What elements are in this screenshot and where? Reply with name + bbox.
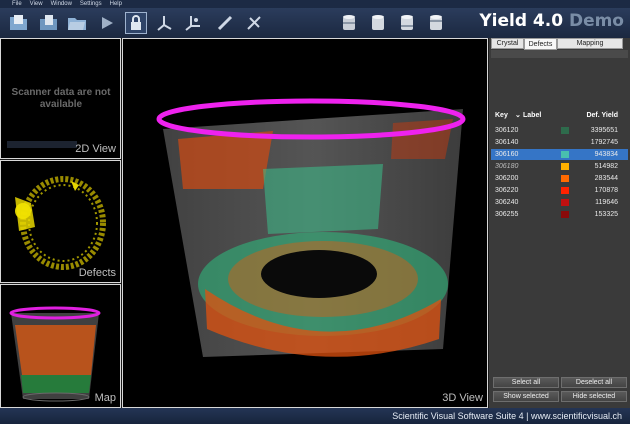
cylinder-1-icon[interactable]: [338, 12, 360, 34]
sort-arrow-icon: ⌄: [515, 112, 521, 119]
table-row[interactable]: 306160 943834: [491, 149, 628, 160]
header-label[interactable]: Label: [523, 112, 541, 119]
cylinder-2-icon[interactable]: [367, 12, 389, 34]
row-key: 306120: [495, 127, 519, 134]
tab-defects[interactable]: Defects: [524, 38, 557, 50]
menu-window[interactable]: Window: [51, 1, 72, 7]
table-row[interactable]: 306200 283544: [491, 173, 628, 184]
row-yield: 3395651: [590, 127, 618, 134]
measure-icon[interactable]: [243, 12, 265, 34]
select-all-button[interactable]: Select all: [493, 377, 559, 388]
row-yield: 119646: [595, 199, 618, 206]
row-yield: 283544: [594, 175, 618, 182]
row-key: 306140: [495, 139, 519, 146]
view-3d-pane[interactable]: 3D View: [122, 38, 488, 408]
hide-selected-button[interactable]: Hide selected: [561, 391, 627, 402]
menu-bar: File View Window Settings Help: [0, 0, 630, 8]
defects-pane[interactable]: Defects: [0, 160, 121, 283]
row-key: 306220: [495, 187, 519, 194]
header-yield[interactable]: Def. Yield: [586, 112, 618, 119]
row-key: 306240: [495, 199, 519, 206]
open-folder-icon[interactable]: [8, 12, 30, 34]
row-key: 306255: [495, 211, 519, 218]
color-swatch[interactable]: [561, 163, 569, 170]
toolbar: Yield 4.0 Demo: [0, 8, 630, 38]
cylinder-3-icon[interactable]: [396, 12, 418, 34]
table-row[interactable]: 306180 514982: [491, 161, 628, 172]
color-swatch[interactable]: [561, 151, 569, 158]
app-title-suffix: Demo: [568, 11, 624, 31]
table-row[interactable]: 306220 170878: [491, 185, 628, 196]
menu-help[interactable]: Help: [110, 1, 122, 7]
menu-view[interactable]: View: [30, 1, 43, 7]
open-file-icon[interactable]: [38, 12, 60, 34]
view-2d-pane[interactable]: Scanner data are not available 2D View: [0, 38, 121, 159]
row-yield: 153325: [594, 211, 618, 218]
scanner-unavailable-message: Scanner data are not available: [11, 87, 111, 110]
color-swatch[interactable]: [561, 175, 569, 182]
row-yield: 514982: [594, 163, 618, 170]
defects-label: Defects: [78, 267, 116, 279]
status-bar: Scientific Visual Software Suite 4 | www…: [0, 408, 630, 424]
tab-crystal[interactable]: Crystal: [491, 38, 524, 49]
map-label: Map: [94, 392, 116, 404]
cylinder-4-icon[interactable]: [425, 12, 447, 34]
app-title-main: Yield 4.0: [479, 11, 564, 31]
row-key: 306160: [495, 151, 519, 158]
status-text: Scientific Visual Software Suite 4 | www…: [392, 411, 622, 421]
row-yield: 943834: [594, 151, 618, 158]
deselect-all-button[interactable]: Deselect all: [561, 377, 627, 388]
right-panel: Crystal Defects Mapping Key ⌄ Label Def.…: [489, 38, 630, 408]
axes-icon[interactable]: [153, 12, 175, 34]
map-cylinder-image: [9, 306, 101, 402]
color-swatch[interactable]: [561, 127, 569, 134]
table-row[interactable]: 306120 3395651: [491, 125, 628, 136]
table-row[interactable]: 306255 153325: [491, 209, 628, 220]
app-title: Yield 4.0 Demo: [479, 11, 624, 31]
row-key: 306180: [495, 163, 519, 170]
header-key[interactable]: Key: [495, 112, 508, 119]
menu-settings[interactable]: Settings: [80, 1, 102, 7]
play-icon[interactable]: [96, 12, 118, 34]
defects-table-header: Key ⌄ Label Def. Yield: [491, 110, 628, 122]
table-row[interactable]: 306240 119646: [491, 197, 628, 208]
color-swatch[interactable]: [561, 211, 569, 218]
row-key: 306200: [495, 175, 519, 182]
defects-ring-image: [15, 176, 106, 270]
crystal-3d-render: [156, 98, 466, 357]
color-swatch[interactable]: [561, 139, 569, 146]
menu-file[interactable]: File: [12, 1, 22, 7]
table-row[interactable]: 306140 1792745: [491, 137, 628, 148]
tab-mapping[interactable]: Mapping: [557, 38, 623, 49]
scan-progress-bar: [7, 141, 77, 148]
lock-icon[interactable]: [125, 12, 147, 34]
row-yield: 170878: [594, 187, 618, 194]
color-swatch[interactable]: [561, 199, 569, 206]
show-selected-button[interactable]: Show selected: [493, 391, 559, 402]
axes-alt-icon[interactable]: [182, 12, 204, 34]
row-yield: 1792745: [590, 139, 618, 146]
view-3d-label: 3D View: [442, 392, 483, 404]
ruler-icon[interactable]: [214, 12, 236, 34]
folder-icon[interactable]: [66, 12, 88, 34]
panel-header-strip: [491, 50, 628, 58]
view-2d-label: 2D View: [75, 143, 116, 155]
map-pane[interactable]: Map: [0, 284, 121, 408]
color-swatch[interactable]: [561, 187, 569, 194]
